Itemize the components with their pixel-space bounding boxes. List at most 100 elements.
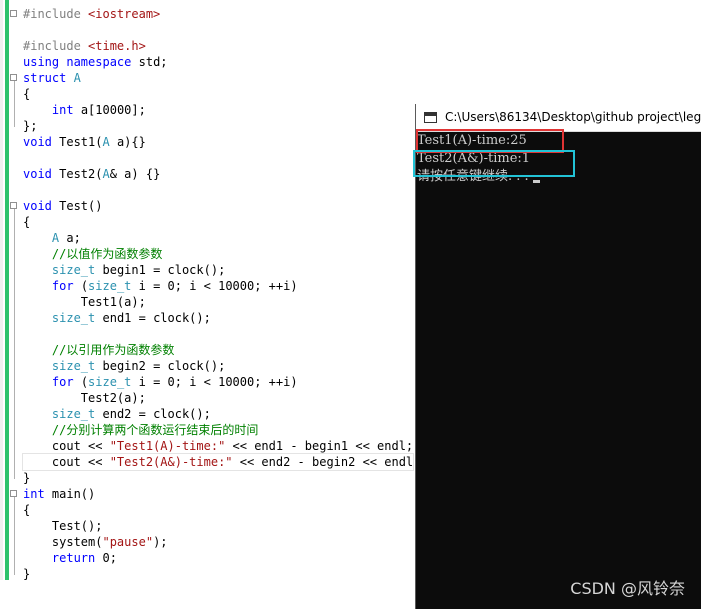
code-line[interactable]: size_t begin1 = clock(); bbox=[23, 262, 413, 278]
code-line[interactable] bbox=[23, 22, 413, 38]
code-token: int bbox=[51, 103, 74, 117]
fold-guide-test bbox=[14, 209, 15, 479]
code-line[interactable]: Test2(a); bbox=[23, 390, 413, 406]
code-line[interactable]: int a[10000]; bbox=[23, 102, 413, 118]
code-line[interactable]: { bbox=[23, 214, 413, 230]
code-token: void bbox=[23, 135, 52, 149]
code-line[interactable]: #include <iostream> bbox=[23, 6, 413, 22]
editor-gutter bbox=[0, 0, 3, 580]
code-line[interactable]: { bbox=[23, 86, 413, 102]
code-line[interactable]: //以引用作为函数参数 bbox=[23, 342, 413, 358]
code-token: #include bbox=[23, 39, 89, 53]
code-line[interactable]: struct A bbox=[23, 70, 413, 86]
code-line[interactable]: for (size_t i = 0; i < 10000; ++i) bbox=[23, 278, 413, 294]
fold-guide-struct bbox=[14, 81, 15, 127]
code-token: { bbox=[23, 87, 31, 101]
code-token: A bbox=[102, 135, 110, 149]
code-line[interactable]: int main() bbox=[23, 486, 413, 502]
code-token: a[10000]; bbox=[73, 103, 146, 117]
source-code[interactable]: #include <iostream> #include <time.h> usi… bbox=[22, 6, 420, 582]
code-line[interactable]: cout << "Test1(A)-time:" << end1 - begin… bbox=[23, 438, 413, 454]
code-token: cout << bbox=[23, 439, 110, 453]
code-token: //以引用作为函数参数 bbox=[51, 343, 175, 357]
code-token: } bbox=[23, 567, 31, 581]
code-token: struct bbox=[23, 71, 67, 85]
code-token: & a) {} bbox=[109, 167, 161, 181]
code-token: std; bbox=[131, 55, 168, 69]
code-token: return bbox=[51, 551, 96, 565]
fold-toggle-include[interactable] bbox=[10, 10, 17, 17]
code-line[interactable]: { bbox=[23, 502, 413, 518]
code-token: { bbox=[23, 215, 31, 229]
code-line[interactable]: for (size_t i = 0; i < 10000; ++i) bbox=[23, 374, 413, 390]
code-token: size_t bbox=[88, 279, 132, 293]
code-line[interactable]: using namespace std; bbox=[23, 54, 413, 70]
code-token: i = 0; i < 10000; ++i) bbox=[131, 279, 298, 293]
code-line[interactable]: A a; bbox=[23, 230, 413, 246]
code-token: { bbox=[23, 503, 31, 517]
console-titlebar[interactable]: C:\Users\86134\Desktop\github project\le… bbox=[416, 104, 701, 132]
code-line[interactable]: return 0; bbox=[23, 550, 413, 566]
code-token: cout << bbox=[23, 455, 110, 469]
console-icon bbox=[424, 112, 437, 123]
code-token: a){} bbox=[109, 135, 146, 149]
code-line[interactable]: #include <time.h> bbox=[23, 38, 413, 54]
code-line[interactable]: size_t end2 = clock(); bbox=[23, 406, 413, 422]
code-line[interactable]: void Test2(A& a) {} bbox=[23, 166, 413, 182]
code-line[interactable]: }; bbox=[23, 118, 413, 134]
code-token: size_t bbox=[88, 375, 132, 389]
code-token: ( bbox=[73, 279, 89, 293]
code-line[interactable]: void Test() bbox=[23, 198, 413, 214]
console-title: C:\Users\86134\Desktop\github project\le… bbox=[445, 110, 701, 124]
code-token: 0; bbox=[95, 551, 117, 565]
code-line[interactable] bbox=[23, 150, 413, 166]
code-token: //分别计算两个函数运行结束后的时间 bbox=[51, 423, 259, 437]
code-line[interactable]: //以值作为函数参数 bbox=[23, 246, 413, 262]
code-token: int bbox=[23, 487, 45, 501]
code-token: Test2(a); bbox=[23, 391, 146, 405]
code-token: size_t bbox=[51, 263, 96, 277]
code-token: for bbox=[51, 375, 74, 389]
code-token: Test2( bbox=[51, 167, 103, 181]
code-line[interactable] bbox=[23, 182, 413, 198]
code-line[interactable]: Test(); bbox=[23, 518, 413, 534]
code-token: Test(); bbox=[23, 519, 103, 533]
code-token: size_t bbox=[51, 359, 96, 373]
code-token: for bbox=[51, 279, 74, 293]
code-token: void bbox=[23, 199, 52, 213]
code-token: namespace bbox=[66, 55, 132, 69]
fold-toggle-struct[interactable] bbox=[10, 74, 17, 81]
code-line[interactable]: system("pause"); bbox=[23, 534, 413, 550]
code-token: } bbox=[23, 471, 31, 485]
code-token: begin2 = clock(); bbox=[95, 359, 226, 373]
code-token: void bbox=[23, 167, 52, 181]
code-line[interactable]: size_t begin2 = clock(); bbox=[23, 358, 413, 374]
console-window[interactable]: C:\Users\86134\Desktop\github project\le… bbox=[415, 104, 701, 609]
code-line[interactable] bbox=[23, 326, 413, 342]
text-cursor bbox=[532, 180, 540, 183]
code-token: ( bbox=[73, 375, 89, 389]
watermark: CSDN @风铃奈 bbox=[570, 579, 685, 598]
code-line[interactable]: void Test1(A a){} bbox=[23, 134, 413, 150]
code-line[interactable]: } bbox=[23, 470, 413, 486]
code-line[interactable]: size_t end1 = clock(); bbox=[23, 310, 413, 326]
code-line[interactable]: //分别计算两个函数运行结束后的时间 bbox=[23, 422, 413, 438]
code-line[interactable]: } bbox=[23, 566, 413, 582]
code-token: A bbox=[102, 167, 110, 181]
code-token: Test1(a); bbox=[23, 295, 146, 309]
code-token: begin1 = clock(); bbox=[95, 263, 226, 277]
fold-toggle-main[interactable] bbox=[10, 490, 17, 497]
code-line[interactable]: cout << "Test2(A&)-time:" << end2 - begi… bbox=[22, 453, 420, 471]
code-line[interactable]: Test1(a); bbox=[23, 294, 413, 310]
code-token: size_t bbox=[51, 407, 96, 421]
fold-toggle-test[interactable] bbox=[10, 202, 17, 209]
code-token: "pause" bbox=[102, 535, 154, 549]
code-token: <iostream> bbox=[88, 7, 161, 21]
